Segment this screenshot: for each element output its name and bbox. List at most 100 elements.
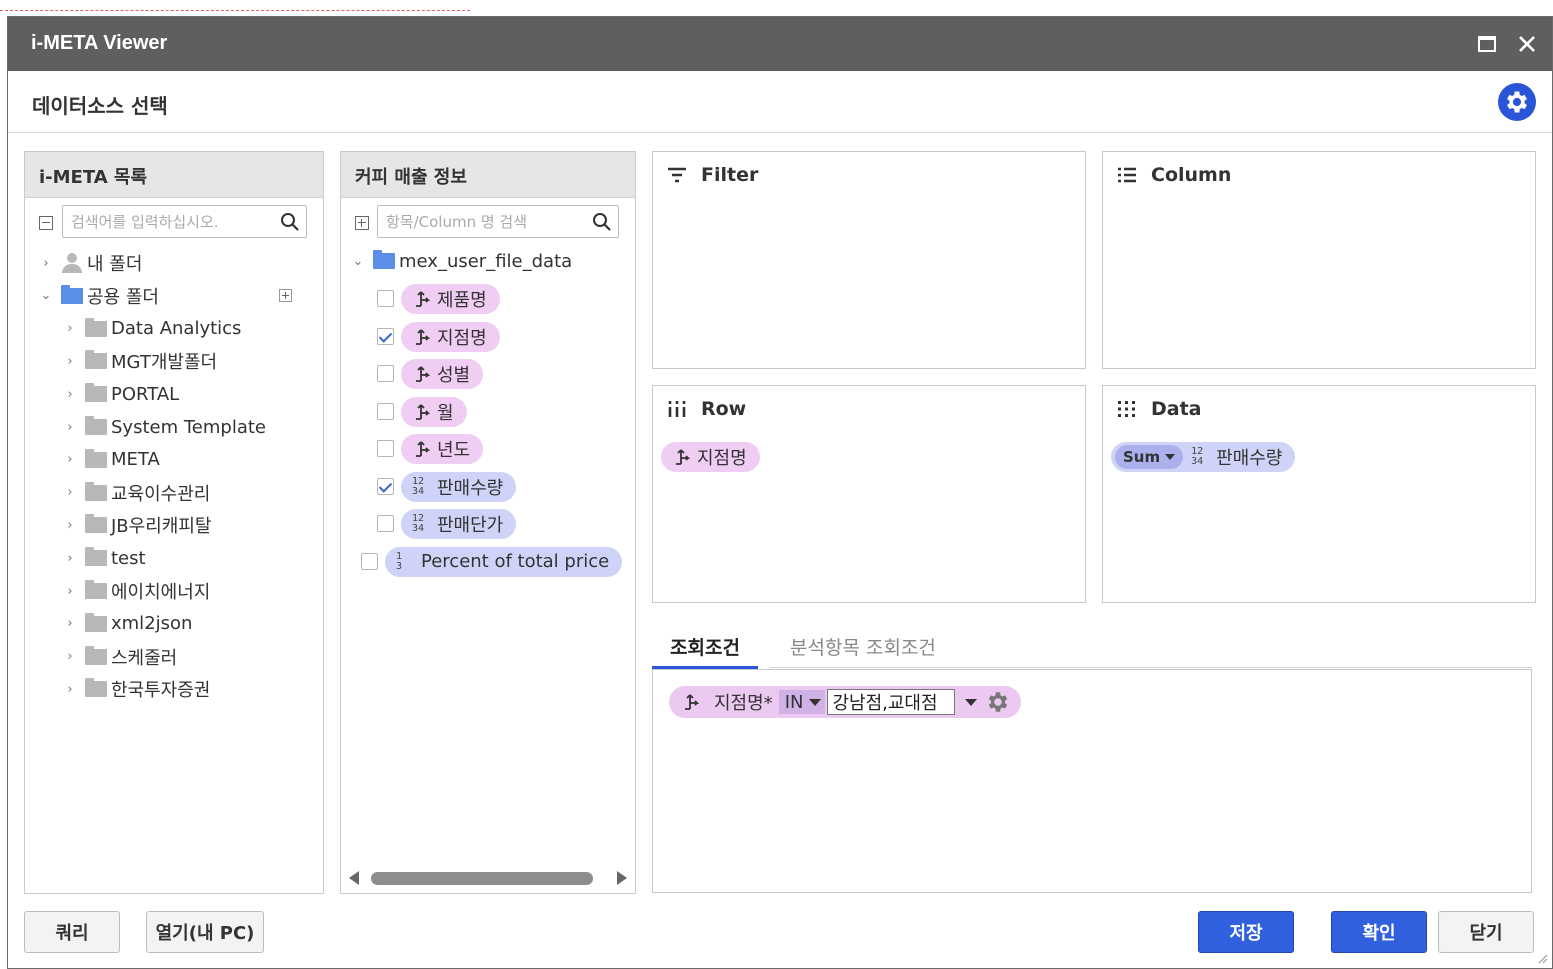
field-checkbox[interactable]	[377, 477, 394, 495]
field-item[interactable]: 월	[401, 396, 467, 427]
folder-icon	[85, 678, 107, 698]
save-button[interactable]: 저장	[1198, 911, 1294, 953]
condition-area[interactable]: 지점명* IN	[652, 669, 1532, 893]
chevron-right-icon[interactable]: ›	[61, 485, 79, 500]
chevron-right-icon[interactable]: ›	[61, 518, 79, 533]
field-item[interactable]: 12 34 판매수량	[401, 471, 517, 502]
tree-item-label: META	[111, 449, 160, 471]
field-checkbox[interactable]	[377, 365, 394, 382]
field-checkbox[interactable]	[377, 515, 394, 532]
chevron-down-icon[interactable]: ⌄	[349, 254, 367, 269]
chevron-right-icon[interactable]: ›	[61, 551, 79, 566]
field-label: Percent of total price	[421, 551, 610, 572]
field-checkbox[interactable]	[377, 290, 394, 307]
chevron-right-icon[interactable]: ›	[61, 387, 79, 402]
data-chip[interactable]: Sum 12 34 판매수량	[1111, 442, 1296, 472]
close-window-button[interactable]	[1512, 29, 1542, 59]
operator-select[interactable]: IN	[778, 690, 826, 714]
tree-item[interactable]: › MGT개발폴더	[61, 346, 217, 376]
close-button[interactable]: 닫기	[1438, 911, 1534, 953]
field-label: 성별	[437, 365, 471, 386]
chevron-right-icon[interactable]: ›	[61, 616, 79, 631]
tree-item[interactable]: › PORTAL	[61, 379, 179, 409]
condition-value-input[interactable]	[827, 689, 956, 715]
catalog-search-input[interactable]	[63, 206, 306, 237]
row-zone[interactable]: Row 지점명	[652, 385, 1086, 603]
field-checkbox[interactable]	[361, 552, 378, 570]
row-bars-icon	[668, 401, 686, 417]
chevron-right-icon[interactable]: ›	[61, 420, 79, 435]
confirm-button[interactable]: 확인	[1331, 911, 1427, 953]
collapse-all-icon[interactable]	[39, 216, 53, 230]
data-zone[interactable]: Data Sum 12 34 판매수량	[1102, 385, 1536, 603]
open-local-button[interactable]: 열기(내 PC)	[146, 911, 264, 953]
maximize-button[interactable]	[1472, 29, 1502, 59]
condition-chip[interactable]: 지점명* IN	[669, 686, 1022, 718]
tree-item[interactable]: › xml2json	[61, 609, 192, 639]
tree-item[interactable]: › 한국투자증권	[61, 674, 210, 704]
scroll-thumb[interactable]	[371, 872, 593, 885]
row-zone-title: Row	[701, 398, 747, 420]
tab-conditions[interactable]: 조회조건	[652, 629, 758, 669]
dimension-icon	[416, 403, 431, 420]
resize-grip-icon[interactable]	[1536, 952, 1548, 964]
settings-button[interactable]	[1498, 83, 1536, 121]
search-icon[interactable]	[592, 212, 612, 232]
tree-item-label: PORTAL	[111, 383, 180, 405]
field-item[interactable]: 지점명	[401, 321, 500, 352]
tree-item[interactable]: › JB우리캐피탈	[61, 510, 211, 540]
tree-item-label: 에이치에너지	[111, 582, 211, 603]
chevron-right-icon[interactable]: ›	[61, 354, 79, 369]
tree-item-label: 공용 폴더	[87, 286, 159, 308]
datasource-node[interactable]: ⌄ mex_user_file_data	[349, 246, 572, 276]
add-folder-icon[interactable]	[279, 288, 292, 302]
query-button[interactable]: 쿼리	[24, 911, 120, 953]
scroll-left-arrow[interactable]	[349, 871, 359, 885]
tree-item[interactable]: › test	[61, 543, 146, 573]
scroll-right-arrow[interactable]	[617, 871, 627, 885]
chevron-right-icon[interactable]: ›	[61, 321, 79, 336]
chevron-down-icon[interactable]: ⌄	[37, 288, 55, 303]
title-bar[interactable]: i-META Viewer	[8, 17, 1552, 71]
chevron-right-icon[interactable]: ›	[37, 256, 55, 271]
field-item[interactable]: 1 3 Percent of total price	[385, 546, 623, 577]
chevron-right-icon[interactable]: ›	[61, 682, 79, 697]
background-guide-line	[0, 10, 470, 11]
filter-zone[interactable]: Filter	[652, 151, 1086, 369]
column-zone[interactable]: Column	[1102, 151, 1536, 369]
fields-horizontal-scrollbar[interactable]	[349, 869, 627, 887]
tree-item[interactable]: › 내 폴더	[37, 248, 142, 278]
tree-item[interactable]: › META	[61, 445, 160, 475]
chevron-right-icon[interactable]: ›	[61, 649, 79, 664]
calculated-field-icon: 13	[396, 550, 403, 572]
field-label: 월	[437, 402, 454, 424]
aggregation-select[interactable]: Sum	[1115, 445, 1184, 469]
field-item[interactable]: 12 34 판매단가	[401, 509, 517, 539]
value-dropdown-caret[interactable]	[965, 698, 978, 706]
gear-icon[interactable]	[985, 689, 1011, 715]
field-item[interactable]: 년도	[401, 434, 484, 464]
row-chip[interactable]: 지점명	[661, 442, 760, 472]
tree-item[interactable]: › 교육이수관리	[61, 478, 210, 508]
data-chip-label: 판매수량	[1216, 448, 1283, 469]
chevron-right-icon[interactable]: ›	[61, 452, 79, 467]
catalog-panel-title: i-META 목록	[25, 152, 323, 198]
search-icon[interactable]	[280, 212, 300, 232]
tree-item[interactable]: › Data Analytics	[61, 314, 241, 344]
field-item[interactable]: 성별	[401, 359, 484, 389]
tree-item-label: MGT개발폴더	[111, 352, 218, 374]
tab-analysis-conditions[interactable]: 분석항목 조회조건	[772, 629, 954, 669]
tree-item[interactable]: › 스케줄러	[61, 642, 177, 672]
chevron-right-icon[interactable]: ›	[61, 584, 79, 599]
tree-item[interactable]: › System Template	[61, 412, 266, 442]
field-checkbox[interactable]	[377, 402, 394, 420]
expand-all-icon[interactable]	[355, 216, 369, 230]
field-checkbox[interactable]	[377, 440, 394, 457]
fields-search-input[interactable]	[378, 206, 618, 237]
field-item[interactable]: 제품명	[401, 284, 500, 314]
field-checkbox[interactable]	[377, 327, 394, 345]
tree-item[interactable]: › 에이치에너지	[61, 576, 210, 606]
folder-icon	[85, 383, 107, 403]
dimension-icon	[416, 291, 431, 307]
tree-item[interactable]: ⌄ 공용 폴더	[37, 281, 159, 311]
